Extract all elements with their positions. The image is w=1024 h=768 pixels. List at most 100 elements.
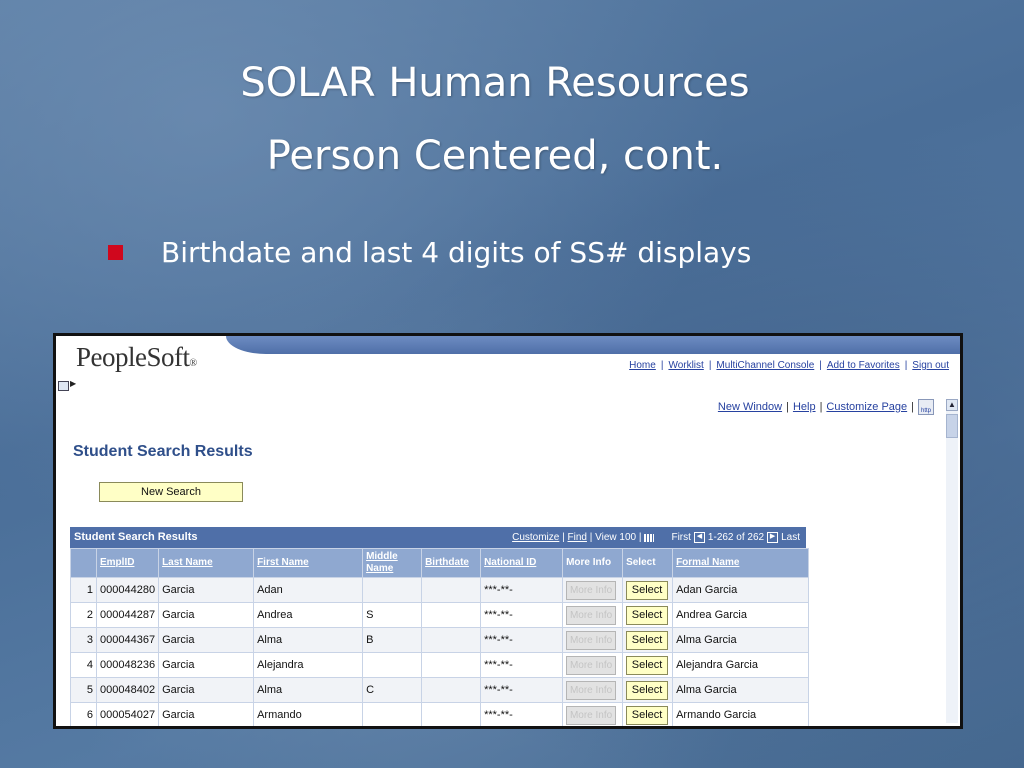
peoplesoft-screenshot: PeopleSoft® Home | Worklist | MultiChannel… — [53, 333, 963, 729]
formal-name-cell: Alma Garcia — [672, 677, 810, 703]
http-help-icon[interactable]: http — [918, 399, 934, 415]
add-to-favorites-link[interactable]: Add to Favorites — [822, 360, 905, 371]
birthdate-cell — [421, 577, 482, 603]
row-number-header — [70, 548, 97, 578]
more-info-cell: More Info — [562, 602, 624, 628]
help-link[interactable]: Help — [789, 401, 820, 413]
last-name-cell: Garcia — [158, 602, 255, 628]
multichannel-console-link[interactable]: MultiChannel Console — [711, 360, 819, 371]
row-number: 6 — [70, 702, 97, 726]
row-number: 4 — [70, 652, 97, 678]
select-cell: Select — [622, 677, 674, 703]
emplid-cell: 000054027 — [95, 702, 160, 726]
national-id-column-header[interactable]: National ID — [480, 548, 564, 578]
menu-expand-arrow-icon[interactable]: ▶ — [70, 379, 76, 388]
scroll-up-arrow-icon[interactable]: ▲ — [946, 399, 958, 411]
select-cell: Select — [622, 577, 674, 603]
grid-title: Student Search Results — [74, 531, 198, 543]
row-number: 3 — [70, 627, 97, 653]
menu-bar: ▶ — [56, 378, 960, 392]
emplid-cell: 000044280 — [95, 577, 160, 603]
middle-name-column-header[interactable]: Middle Name — [362, 548, 423, 578]
previous-arrow-icon[interactable]: ◀ — [693, 532, 705, 543]
birthdate-cell — [421, 702, 482, 726]
first-name-cell: Adan — [253, 577, 364, 603]
grid-last-link[interactable]: Last — [781, 532, 800, 543]
emplid-column-header[interactable]: EmplID — [95, 548, 160, 578]
bullet-square-icon — [108, 245, 123, 260]
select-cell: Select — [622, 627, 674, 653]
select-column-header: Select — [622, 548, 674, 578]
birthdate-column-header[interactable]: Birthdate — [421, 548, 482, 578]
peoplesoft-header: PeopleSoft® Home | Worklist | MultiChannel… — [56, 336, 960, 378]
middle-name-cell — [362, 702, 423, 726]
customize-page-link[interactable]: Customize Page — [822, 401, 911, 413]
middle-name-cell: B — [362, 627, 423, 653]
first-name-cell: Alma — [253, 677, 364, 703]
more-info-button: More Info — [566, 705, 617, 725]
select-button[interactable]: Select — [626, 605, 669, 625]
last-name-column-header[interactable]: Last Name — [158, 548, 255, 578]
home-link[interactable]: Home — [624, 360, 661, 371]
grid-customize-link[interactable]: Customize — [512, 532, 559, 543]
select-button[interactable]: Select — [626, 580, 669, 600]
grid-find-link[interactable]: Find — [568, 532, 587, 543]
slide-subtitle: Person Centered, cont. — [266, 133, 724, 179]
first-name-cell: Andrea — [253, 602, 364, 628]
new-window-link[interactable]: New Window — [714, 401, 786, 413]
row-number: 5 — [70, 677, 97, 703]
middle-name-cell — [362, 652, 423, 678]
last-name-cell: Garcia — [158, 652, 255, 678]
table-row: 4 000048236 Garcia Alejandra ***-**- More Inf… — [70, 652, 810, 678]
vertical-scrollbar[interactable] — [946, 399, 958, 723]
middle-name-cell — [362, 577, 423, 603]
new-search-button[interactable]: New Search — [99, 482, 243, 502]
first-name-cell: Alma — [253, 627, 364, 653]
formal-name-cell: Alma Garcia — [672, 627, 810, 653]
grid-first-link[interactable]: First — [671, 532, 690, 543]
scroll-thumb[interactable] — [946, 414, 958, 438]
select-button[interactable]: Select — [626, 705, 669, 725]
last-name-cell: Garcia — [158, 577, 255, 603]
peoplesoft-logo: PeopleSoft® — [76, 342, 197, 373]
grid-view100-link[interactable]: View 100 — [595, 532, 636, 543]
more-info-button: More Info — [566, 680, 617, 700]
slide-title: SOLAR Human Resources — [240, 60, 750, 106]
select-cell: Select — [622, 702, 674, 726]
formal-name-column-header[interactable]: Formal Name — [672, 548, 810, 578]
more-info-column-header: More Info — [562, 548, 624, 578]
select-button[interactable]: Select — [626, 680, 669, 700]
select-button[interactable]: Select — [626, 630, 669, 650]
formal-name-cell: Alejandra Garcia — [672, 652, 810, 678]
national-id-cell: ***-**- — [480, 602, 564, 628]
more-info-cell: More Info — [562, 677, 624, 703]
national-id-cell: ***-**- — [480, 652, 564, 678]
worklist-link[interactable]: Worklist — [663, 360, 708, 371]
sign-out-link[interactable]: Sign out — [907, 360, 954, 371]
emplid-cell: 000044287 — [95, 602, 160, 628]
formal-name-cell: Adan Garcia — [672, 577, 810, 603]
formal-name-cell: Armando Garcia — [672, 702, 810, 726]
table-row: 6 000054027 Garcia Armando ***-**- More Info S… — [70, 702, 810, 726]
table-header-row: EmplID Last Name First Name Middle Name … — [70, 548, 810, 578]
table-row: 5 000048402 Garcia Alma C ***-**- More Info Sel… — [70, 677, 810, 703]
birthdate-cell — [421, 652, 482, 678]
table-row: 2 000044287 Garcia Andrea S ***-**- More Info S… — [70, 602, 810, 628]
national-id-cell: ***-**- — [480, 627, 564, 653]
first-name-column-header[interactable]: First Name — [253, 548, 364, 578]
logo-text: PeopleSoft — [76, 342, 190, 372]
table-row: 3 000044367 Garcia Alma B ***-**- More Info Sel… — [70, 627, 810, 653]
menu-toggle-icon[interactable] — [58, 381, 69, 391]
birthdate-cell — [421, 677, 482, 703]
next-arrow-icon[interactable]: ▶ — [767, 532, 779, 543]
grid-download-icon[interactable] — [644, 533, 655, 542]
birthdate-cell — [421, 602, 482, 628]
more-info-button: More Info — [566, 655, 617, 675]
bullet-item: Birthdate and last 4 digits of SS# displ… — [108, 236, 751, 269]
last-name-cell: Garcia — [158, 627, 255, 653]
more-info-button: More Info — [566, 630, 617, 650]
last-name-cell: Garcia — [158, 702, 255, 726]
header-links: Home | Worklist | MultiChannel Console | Ad… — [624, 360, 954, 371]
grid-tools: Customize | Find | View 100 | First ◀ 1-… — [512, 532, 800, 543]
select-button[interactable]: Select — [626, 655, 669, 675]
